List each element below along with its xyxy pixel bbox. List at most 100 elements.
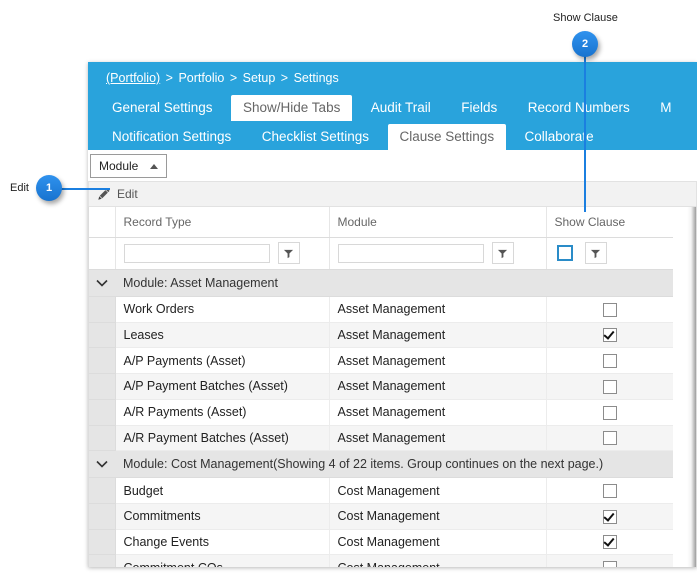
filter-button-module[interactable]	[491, 242, 514, 264]
cell-module: Cost Management	[329, 477, 547, 504]
group-header-row[interactable]: Module: Cost Management(Showing 4 of 22 …	[89, 450, 673, 479]
column-header-record-type[interactable]: Record Type	[115, 207, 330, 238]
cell-show-clause	[546, 347, 673, 375]
edit-button-label[interactable]: Edit	[117, 187, 138, 201]
callout-label-show-clause: Show Clause	[553, 12, 618, 24]
breadcrumb-separator: >	[280, 71, 289, 85]
breadcrumb-item-setup[interactable]: Setup	[243, 71, 276, 85]
cell-module: Asset Management	[329, 399, 547, 426]
column-header-show-clause[interactable]: Show Clause	[546, 207, 673, 238]
table-row[interactable]: Work Orders Asset Management	[89, 296, 673, 323]
cell-record-type: Leases	[115, 322, 330, 349]
row-indent	[89, 322, 116, 349]
module-button-container: Module	[88, 150, 697, 178]
table-row[interactable]: Budget Cost Management	[89, 477, 673, 504]
show-clause-checkbox[interactable]	[602, 379, 617, 394]
cell-show-clause	[546, 373, 673, 400]
table-row[interactable]: A/R Payment Batches (Asset) Asset Manage…	[89, 425, 673, 452]
row-indent	[89, 347, 116, 375]
grid-toolbar: Edit	[88, 181, 697, 206]
show-clause-checkbox[interactable]	[602, 535, 617, 550]
show-clause-checkbox[interactable]	[602, 405, 617, 420]
group-header-label: Module: Cost Management(Showing 4 of 22 …	[123, 457, 604, 472]
filter-button-show-clause[interactable]	[584, 242, 607, 264]
filter-button-record-type[interactable]	[277, 242, 300, 264]
cell-module: Asset Management	[329, 347, 547, 375]
filter-cell-module	[329, 237, 547, 270]
cell-show-clause	[546, 399, 673, 426]
breadcrumb-separator: >	[165, 71, 173, 85]
tab-record-numbers[interactable]: Record Numbers	[516, 95, 642, 121]
breadcrumb-item-settings[interactable]: Settings	[294, 71, 339, 85]
tab-checklist-settings[interactable]: Checklist Settings	[250, 124, 381, 150]
breadcrumb: (Portfolio) > Portfolio > Setup > Settin…	[106, 71, 339, 85]
show-clause-checkbox[interactable]	[602, 328, 617, 343]
module-sort-button-label: Module	[99, 159, 139, 173]
grid-header-indent	[89, 207, 116, 238]
show-clause-checkbox[interactable]	[602, 431, 617, 446]
cell-module: Asset Management	[329, 425, 547, 452]
filter-input-module[interactable]	[337, 243, 484, 263]
show-clause-checkbox[interactable]	[602, 354, 617, 369]
table-row[interactable]: Commitments Cost Management	[89, 503, 673, 530]
cell-module: Cost Management	[329, 554, 547, 567]
cell-show-clause	[546, 296, 673, 323]
table-row[interactable]: A/P Payments (Asset) Asset Management	[89, 347, 673, 375]
filter-cell-show-clause	[546, 237, 673, 270]
tab-collaborate[interactable]: Collaborate	[513, 124, 606, 150]
show-clause-checkbox[interactable]	[602, 561, 617, 567]
grid-vertical-scrollbar[interactable]	[687, 207, 696, 567]
callout-badge-2: 2	[572, 31, 598, 57]
column-header-module[interactable]: Module	[329, 207, 547, 238]
tab-notification-settings[interactable]: Notification Settings	[100, 124, 243, 150]
table-row[interactable]: Commitment COs Cost Management	[89, 554, 673, 567]
show-clause-checkbox[interactable]	[602, 509, 617, 524]
filter-checkbox-show-clause[interactable]	[556, 245, 573, 261]
chevron-down-icon[interactable]	[89, 279, 115, 287]
cell-record-type: Commitments	[115, 503, 330, 530]
table-row[interactable]: Change Events Cost Management	[89, 529, 673, 556]
callout-leader-1	[60, 188, 110, 190]
cell-record-type: Commitment COs	[115, 554, 330, 567]
show-clause-checkbox[interactable]	[602, 483, 617, 498]
row-indent	[89, 477, 116, 504]
callout-badge-1: 1	[36, 175, 62, 201]
filter-input-record-type[interactable]	[123, 243, 270, 263]
cell-record-type: A/P Payment Batches (Asset)	[115, 373, 330, 400]
cell-show-clause	[546, 554, 673, 567]
breadcrumb-item-portfolio[interactable]: Portfolio	[178, 71, 224, 85]
chevron-down-icon[interactable]	[89, 460, 115, 468]
tab-audit-trail[interactable]: Audit Trail	[359, 95, 443, 121]
cell-module: Cost Management	[329, 503, 547, 530]
tab-row-secondary: Notification Settings Checklist Settings…	[100, 124, 608, 150]
cell-record-type: Work Orders	[115, 296, 330, 323]
table-row[interactable]: Leases Asset Management	[89, 322, 673, 349]
row-indent	[89, 554, 116, 567]
tab-clause-settings[interactable]: Clause Settings	[387, 124, 507, 150]
tab-show-hide-tabs[interactable]: Show/Hide Tabs	[231, 95, 353, 121]
row-indent	[89, 425, 116, 452]
group-header-row[interactable]: Module: Asset Management	[89, 269, 673, 297]
group-header-cell: Module: Asset Management	[89, 269, 673, 297]
cell-record-type: A/R Payments (Asset)	[115, 399, 330, 426]
cell-record-type: Change Events	[115, 529, 330, 556]
cell-show-clause	[546, 529, 673, 556]
row-indent	[89, 529, 116, 556]
table-row[interactable]: A/P Payment Batches (Asset) Asset Manage…	[89, 373, 673, 400]
grid-filter-row	[89, 237, 673, 270]
cell-show-clause	[546, 477, 673, 504]
cell-module: Asset Management	[329, 296, 547, 323]
cell-module: Cost Management	[329, 529, 547, 556]
table-row[interactable]: A/R Payments (Asset) Asset Management	[89, 399, 673, 426]
tab-general-settings[interactable]: General Settings	[100, 95, 225, 121]
breadcrumb-separator: >	[229, 71, 238, 85]
clause-settings-grid: Record Type Module Show Clause Module: A…	[88, 206, 697, 567]
module-sort-button[interactable]: Module	[90, 154, 167, 178]
tab-more-truncated[interactable]: M	[648, 95, 683, 121]
filter-cell-record-type	[115, 237, 330, 270]
cell-record-type: Budget	[115, 477, 330, 504]
show-clause-checkbox[interactable]	[602, 302, 617, 317]
tab-fields[interactable]: Fields	[449, 95, 509, 121]
row-indent	[89, 373, 116, 400]
breadcrumb-root-link[interactable]: (Portfolio)	[106, 71, 160, 85]
